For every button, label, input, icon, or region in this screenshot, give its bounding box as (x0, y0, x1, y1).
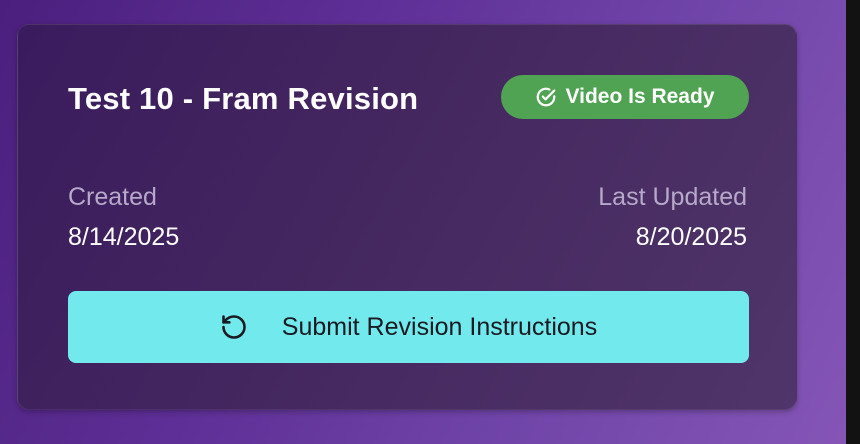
window-edge (846, 0, 860, 444)
created-label: Created (68, 183, 157, 211)
project-card: Test 10 - Fram Revision Video Is Ready C… (17, 24, 797, 410)
created-date: 8/14/2025 (68, 223, 180, 251)
project-title: Test 10 - Fram Revision (68, 81, 419, 116)
last-updated-label: Last Updated (598, 183, 747, 211)
check-circle-icon (535, 86, 557, 108)
last-updated-date: 8/20/2025 (635, 223, 747, 251)
status-badge: Video Is Ready (501, 75, 749, 119)
submit-revision-button[interactable]: Submit Revision Instructions (68, 291, 749, 363)
submit-revision-label: Submit Revision Instructions (281, 312, 598, 341)
rotate-ccw-icon (220, 313, 248, 341)
status-badge-label: Video Is Ready (565, 85, 715, 108)
